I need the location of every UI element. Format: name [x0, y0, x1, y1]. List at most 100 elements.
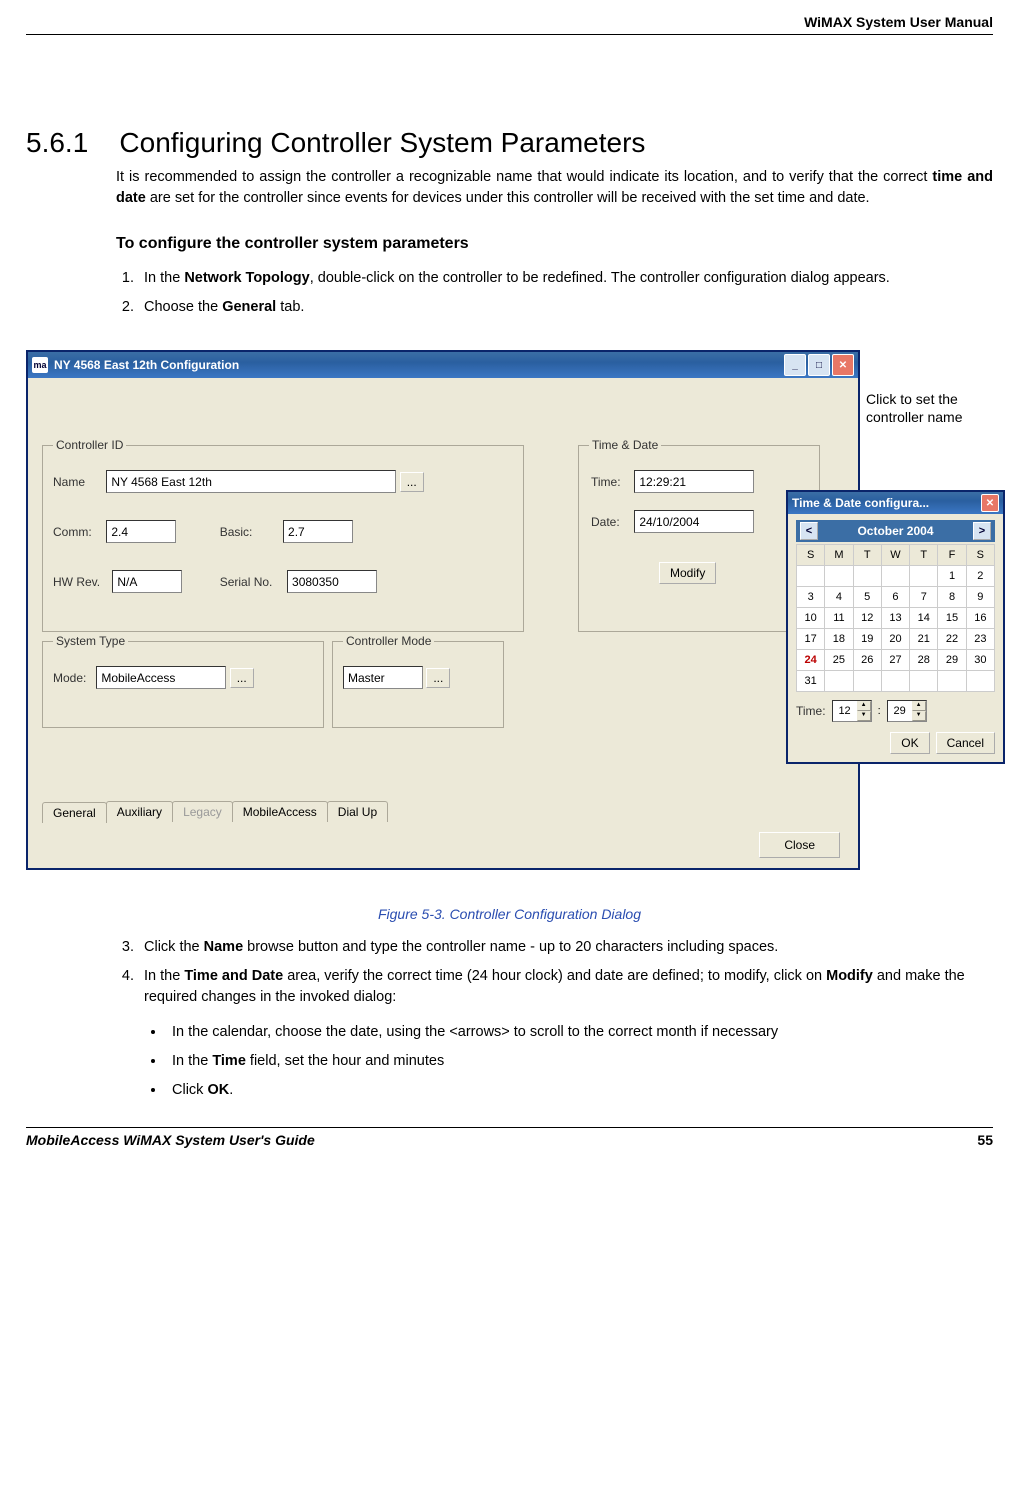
popup-titlebar[interactable]: Time & Date configura... ✕	[788, 492, 1003, 514]
calendar-day[interactable]: 1	[938, 566, 966, 587]
section-title: Configuring Controller System Parameters	[119, 127, 645, 158]
time-colon: :	[878, 705, 881, 717]
controller-mode-browse-button[interactable]: ...	[426, 668, 450, 688]
calendar-day[interactable]: 29	[938, 650, 966, 671]
calendar-day[interactable]: 15	[938, 608, 966, 629]
calendar-day[interactable]: 16	[966, 608, 994, 629]
calendar-day[interactable]: 3	[797, 587, 825, 608]
calendar-day[interactable]: 24	[797, 650, 825, 671]
calendar-grid[interactable]: SMTWTFS 12345678910111213141516171819202…	[796, 544, 995, 692]
name-field[interactable]	[106, 470, 396, 493]
calendar-day[interactable]: 10	[797, 608, 825, 629]
calendar-day[interactable]: 12	[853, 608, 881, 629]
name-browse-button[interactable]: ...	[400, 472, 424, 492]
minute-input[interactable]	[888, 703, 912, 719]
hwrev-field[interactable]	[112, 570, 182, 593]
calendar-day[interactable]: 22	[938, 629, 966, 650]
calendar-day[interactable]: 20	[881, 629, 909, 650]
bullet-2: In the Time field, set the hour and minu…	[166, 1051, 993, 1072]
time-date-legend: Time & Date	[589, 438, 661, 452]
ok-button[interactable]: OK	[890, 732, 929, 754]
config-dialog[interactable]: ma NY 4568 East 12th Configuration _ □ ✕…	[26, 350, 860, 870]
time-label: Time:	[591, 475, 631, 489]
calendar-day[interactable]: 19	[853, 629, 881, 650]
calendar-day[interactable]: 9	[966, 587, 994, 608]
calendar-dow: T	[853, 545, 881, 566]
header-title: WiMAX System User Manual	[804, 14, 993, 30]
calendar-day[interactable]: 11	[825, 608, 853, 629]
cancel-button[interactable]: Cancel	[936, 732, 995, 754]
comm-field[interactable]	[106, 520, 176, 543]
dialog-close-button[interactable]: Close	[759, 832, 840, 858]
calendar-day[interactable]: 21	[910, 629, 938, 650]
calendar-dow: M	[825, 545, 853, 566]
hour-down-icon[interactable]: ▼	[857, 711, 871, 721]
callout-text: Click to set the controller name	[866, 390, 1006, 426]
calendar-day	[881, 566, 909, 587]
calendar-day[interactable]: 17	[797, 629, 825, 650]
hour-up-icon[interactable]: ▲	[857, 701, 871, 711]
date-field[interactable]	[634, 510, 754, 533]
name-label: Name	[53, 475, 103, 489]
tab-auxiliary[interactable]: Auxiliary	[106, 801, 173, 822]
calendar-day[interactable]: 5	[853, 587, 881, 608]
calendar-day[interactable]: 6	[881, 587, 909, 608]
calendar-day[interactable]: 28	[910, 650, 938, 671]
dialog-tabs: General Auxiliary Legacy MobileAccess Di…	[42, 801, 387, 822]
calendar-day[interactable]: 26	[853, 650, 881, 671]
calendar-day[interactable]: 13	[881, 608, 909, 629]
popup-time-label: Time:	[796, 704, 826, 718]
calendar-day[interactable]: 18	[825, 629, 853, 650]
modify-button[interactable]: Modify	[659, 562, 716, 584]
calendar-day	[825, 671, 853, 692]
mode-label: Mode:	[53, 671, 93, 685]
calendar-day[interactable]: 2	[966, 566, 994, 587]
minimize-icon[interactable]: _	[784, 354, 806, 376]
basic-label: Basic:	[220, 525, 280, 539]
prev-month-icon[interactable]: <	[800, 522, 818, 540]
step-2: Choose the General tab.	[138, 297, 993, 318]
calendar-day[interactable]: 4	[825, 587, 853, 608]
calendar-day[interactable]: 25	[825, 650, 853, 671]
system-type-group: System Type Mode: ...	[42, 634, 324, 728]
popup-close-icon[interactable]: ✕	[981, 494, 999, 512]
next-month-icon[interactable]: >	[973, 522, 991, 540]
tab-general[interactable]: General	[42, 802, 107, 823]
minute-stepper[interactable]: ▲▼	[887, 700, 927, 722]
tab-dialup[interactable]: Dial Up	[327, 801, 388, 822]
steps-list-cont: Click the Name browse button and type th…	[116, 937, 993, 1008]
mode-browse-button[interactable]: ...	[230, 668, 254, 688]
page-footer: MobileAccess WiMAX System User's Guide 5…	[26, 1127, 993, 1148]
calendar-dow: S	[966, 545, 994, 566]
calendar-day[interactable]: 23	[966, 629, 994, 650]
calendar-day[interactable]: 8	[938, 587, 966, 608]
close-icon[interactable]: ✕	[832, 354, 854, 376]
calendar-day	[797, 566, 825, 587]
controller-mode-field[interactable]	[343, 666, 423, 689]
intro-paragraph: It is recommended to assign the controll…	[116, 167, 993, 209]
min-down-icon[interactable]: ▼	[912, 711, 926, 721]
min-up-icon[interactable]: ▲	[912, 701, 926, 711]
dialog-title: NY 4568 East 12th Configuration	[54, 358, 239, 372]
serial-field[interactable]	[287, 570, 377, 593]
calendar-day[interactable]: 7	[910, 587, 938, 608]
hour-stepper[interactable]: ▲▼	[832, 700, 872, 722]
calendar-day[interactable]: 30	[966, 650, 994, 671]
time-field[interactable]	[634, 470, 754, 493]
tab-mobileaccess[interactable]: MobileAccess	[232, 801, 328, 822]
system-type-legend: System Type	[53, 634, 128, 648]
hour-input[interactable]	[833, 703, 857, 719]
calendar-day[interactable]: 27	[881, 650, 909, 671]
calendar-day[interactable]: 14	[910, 608, 938, 629]
basic-field[interactable]	[283, 520, 353, 543]
calendar-day[interactable]: 31	[797, 671, 825, 692]
dialog-button-row: Close	[759, 832, 840, 858]
serial-label: Serial No.	[220, 575, 284, 589]
calendar-day	[910, 566, 938, 587]
dialog-titlebar[interactable]: ma NY 4568 East 12th Configuration _ □ ✕	[28, 352, 858, 378]
mode-field[interactable]	[96, 666, 226, 689]
popup-body: < October 2004 > SMTWTFS 123456789101112…	[788, 514, 1003, 762]
maximize-icon[interactable]: □	[808, 354, 830, 376]
time-date-popup[interactable]: Time & Date configura... ✕ < October 200…	[786, 490, 1005, 764]
calendar-dow: W	[881, 545, 909, 566]
